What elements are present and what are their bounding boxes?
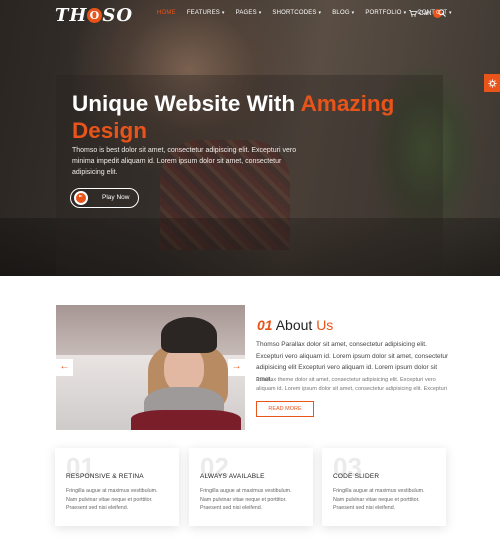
menu-item-label: FEATURES — [186, 10, 220, 16]
caret-down-icon: ▾ — [258, 10, 262, 16]
slider-next-button[interactable]: → — [228, 359, 245, 376]
about-image-coat — [131, 410, 241, 430]
feature-title: RESPONSIVE & RETINA — [66, 473, 144, 480]
logo-text-right: SO — [102, 5, 134, 26]
feature-title: ALWAYS AVAILABLE — [200, 473, 265, 480]
hero-title-plain: Unique Website With — [72, 91, 301, 116]
feature-title: CODE SLIDER — [333, 473, 380, 480]
feature-text: Fringilla augue at maximus vestibulum. N… — [66, 488, 158, 511]
menu-item-label: PORTFOLIO — [365, 10, 402, 16]
logo-circle-icon: O — [87, 8, 103, 23]
caret-down-icon: ▾ — [403, 10, 407, 16]
top-navigation: TH O SO HOME FEATURES ▾ PAGES ▾ SHORTCODES… — [0, 0, 500, 30]
about-title: 01 About Us — [257, 317, 333, 333]
menu-item-label: HOME — [157, 10, 176, 16]
arrow-right-icon: → — [231, 361, 242, 372]
site-logo[interactable]: TH O SO — [55, 5, 133, 26]
about-title-plain: About — [275, 317, 317, 333]
settings-gear-icon[interactable] — [484, 74, 500, 92]
menu-item-pages[interactable]: PAGES ▾ — [236, 10, 262, 16]
about-image-slider — [56, 305, 245, 430]
menu-item-label: BLOG — [332, 10, 350, 16]
feature-card: 02 ALWAYS AVAILABLE Fringilla augue at m… — [189, 448, 313, 526]
feature-text: Fringilla augue at maximus vestibulum. N… — [333, 488, 425, 511]
hero-title: Unique Website With Amazing Design — [72, 90, 452, 144]
about-number: 01 — [257, 317, 273, 333]
caret-down-icon: ▾ — [351, 10, 355, 16]
caret-down-icon: ▾ — [221, 10, 225, 16]
about-paragraph-secondary: Parallax theme dolor sit amet, consectet… — [256, 377, 447, 392]
menu-item-shortcodes[interactable]: SHORTCODES ▾ — [272, 10, 321, 16]
play-icon — [74, 191, 88, 205]
read-more-button[interactable]: READ MORE — [256, 401, 314, 417]
gear-icon — [487, 78, 497, 88]
menu-item-home[interactable]: HOME — [157, 10, 176, 16]
hero-title-accent-line2: Design — [72, 118, 148, 143]
logo-text-left: TH — [55, 5, 88, 26]
caret-down-icon: ▾ — [318, 10, 322, 16]
search-icon[interactable] — [438, 9, 446, 17]
caret-down-icon: ▾ — [449, 10, 452, 16]
about-image-hat — [161, 317, 217, 353]
cart-icon — [409, 10, 417, 17]
about-title-accent: Us — [316, 317, 334, 333]
hero-section: TH O SO HOME FEATURES ▾ PAGES ▾ SHORTCODES… — [0, 0, 500, 276]
menu-item-features[interactable]: FEATURES ▾ — [187, 10, 225, 16]
hero-title-accent: Amazing — [300, 91, 395, 116]
arrow-left-icon: ← — [59, 361, 70, 372]
feature-card: 01 RESPONSIVE & RETINA Fringilla augue a… — [55, 448, 179, 526]
cart-label: Cart — [419, 10, 432, 17]
slider-prev-button[interactable]: ← — [56, 359, 73, 376]
hero-description: Thomso is best dolor sit amet, consectet… — [72, 147, 297, 176]
play-now-button[interactable]: Play Now — [70, 188, 139, 208]
menu-item-blog[interactable]: BLOG ▾ — [332, 10, 354, 16]
menu-item-portfolio[interactable]: PORTFOLIO ▾ — [365, 10, 406, 16]
feature-card: 03 CODE SLIDER Fringilla augue at maximu… — [322, 448, 446, 526]
menu-item-label: PAGES — [235, 10, 257, 16]
feature-text: Fringilla augue at maximus vestibulum. N… — [200, 488, 292, 511]
play-now-label: Play Now — [102, 194, 130, 201]
menu-item-label: SHORTCODES — [272, 10, 317, 16]
